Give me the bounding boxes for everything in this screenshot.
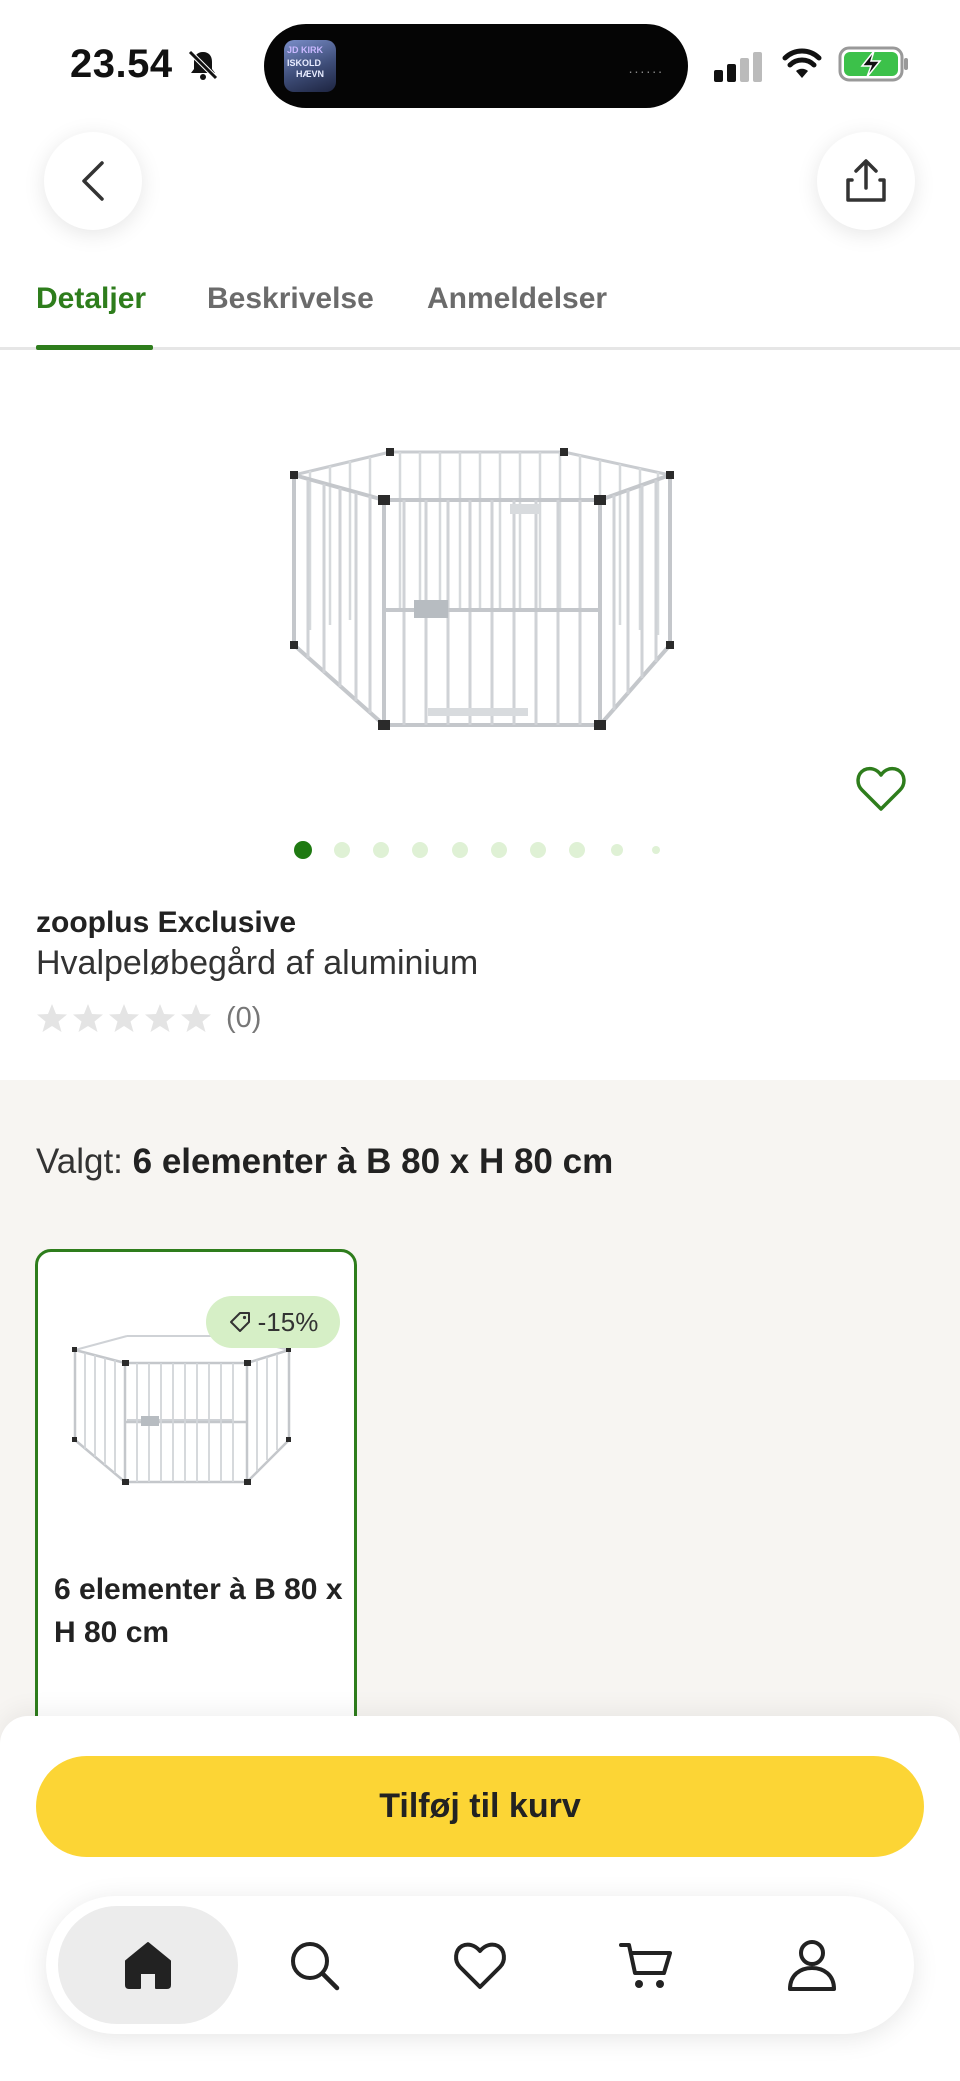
cellular-signal-icon [714, 52, 762, 82]
star-icon [181, 1004, 211, 1032]
tab-reviews[interactable]: Anmeldelser [427, 282, 607, 316]
search-icon[interactable] [286, 1937, 342, 1993]
wifi-icon [782, 48, 822, 78]
share-icon [846, 159, 886, 202]
now-playing-artwork: JD KIRK ISKOLD HÆVN [284, 40, 336, 92]
back-button[interactable] [44, 132, 142, 230]
star-icon [73, 1004, 103, 1032]
home-icon[interactable] [120, 1937, 176, 1993]
tab-details[interactable]: Detaljer [36, 282, 146, 316]
dynamic-island[interactable]: JD KIRK ISKOLD HÆVN ...... [264, 24, 688, 108]
artwork-text-author: JD KIRK [287, 45, 324, 55]
product-title: Hvalpeløbegård af aluminium [36, 944, 479, 982]
share-button[interactable] [817, 132, 915, 230]
audio-waveform-indicator: ...... [628, 60, 664, 76]
status-time: 23.54 [70, 42, 173, 86]
product-image[interactable] [280, 440, 680, 740]
active-tab-indicator [36, 345, 153, 350]
discount-value: -15% [257, 1306, 319, 1337]
artwork-text-title1: ISKOLD [287, 58, 322, 68]
cart-icon[interactable] [618, 1937, 674, 1993]
battery-charging-icon [838, 46, 908, 82]
add-to-cart-button[interactable]: Tilføj til kurv [36, 1756, 924, 1857]
variant-image [72, 1335, 291, 1485]
star-icon [145, 1004, 175, 1032]
tab-description[interactable]: Beskrivelse [207, 282, 374, 316]
product-brand[interactable]: zooplus Exclusive [36, 906, 296, 940]
selected-prefix: Valgt: [36, 1142, 133, 1181]
star-icon [37, 1004, 67, 1032]
discount-badge: -15% [206, 1296, 340, 1348]
rating-count[interactable]: (0) [226, 1002, 261, 1035]
chevron-left-icon [82, 161, 104, 201]
image-carousel-dots[interactable] [290, 840, 670, 860]
profile-icon[interactable] [784, 1937, 840, 1993]
bell-muted-icon [188, 50, 218, 80]
selected-value: 6 elementer à B 80 x H 80 cm [132, 1142, 614, 1181]
favorite-heart-icon[interactable] [855, 765, 907, 813]
price-tag-icon [229, 1312, 250, 1332]
star-icon [109, 1004, 139, 1032]
rating-stars[interactable] [36, 1002, 212, 1036]
artwork-text-title2: HÆVN [296, 69, 325, 79]
selected-variant-label: Valgt: 6 elementer à B 80 x H 80 cm [36, 1142, 613, 1182]
variant-option-title: 6 elementer à B 80 x H 80 cm [54, 1573, 343, 1649]
heart-icon[interactable] [452, 1937, 508, 1993]
